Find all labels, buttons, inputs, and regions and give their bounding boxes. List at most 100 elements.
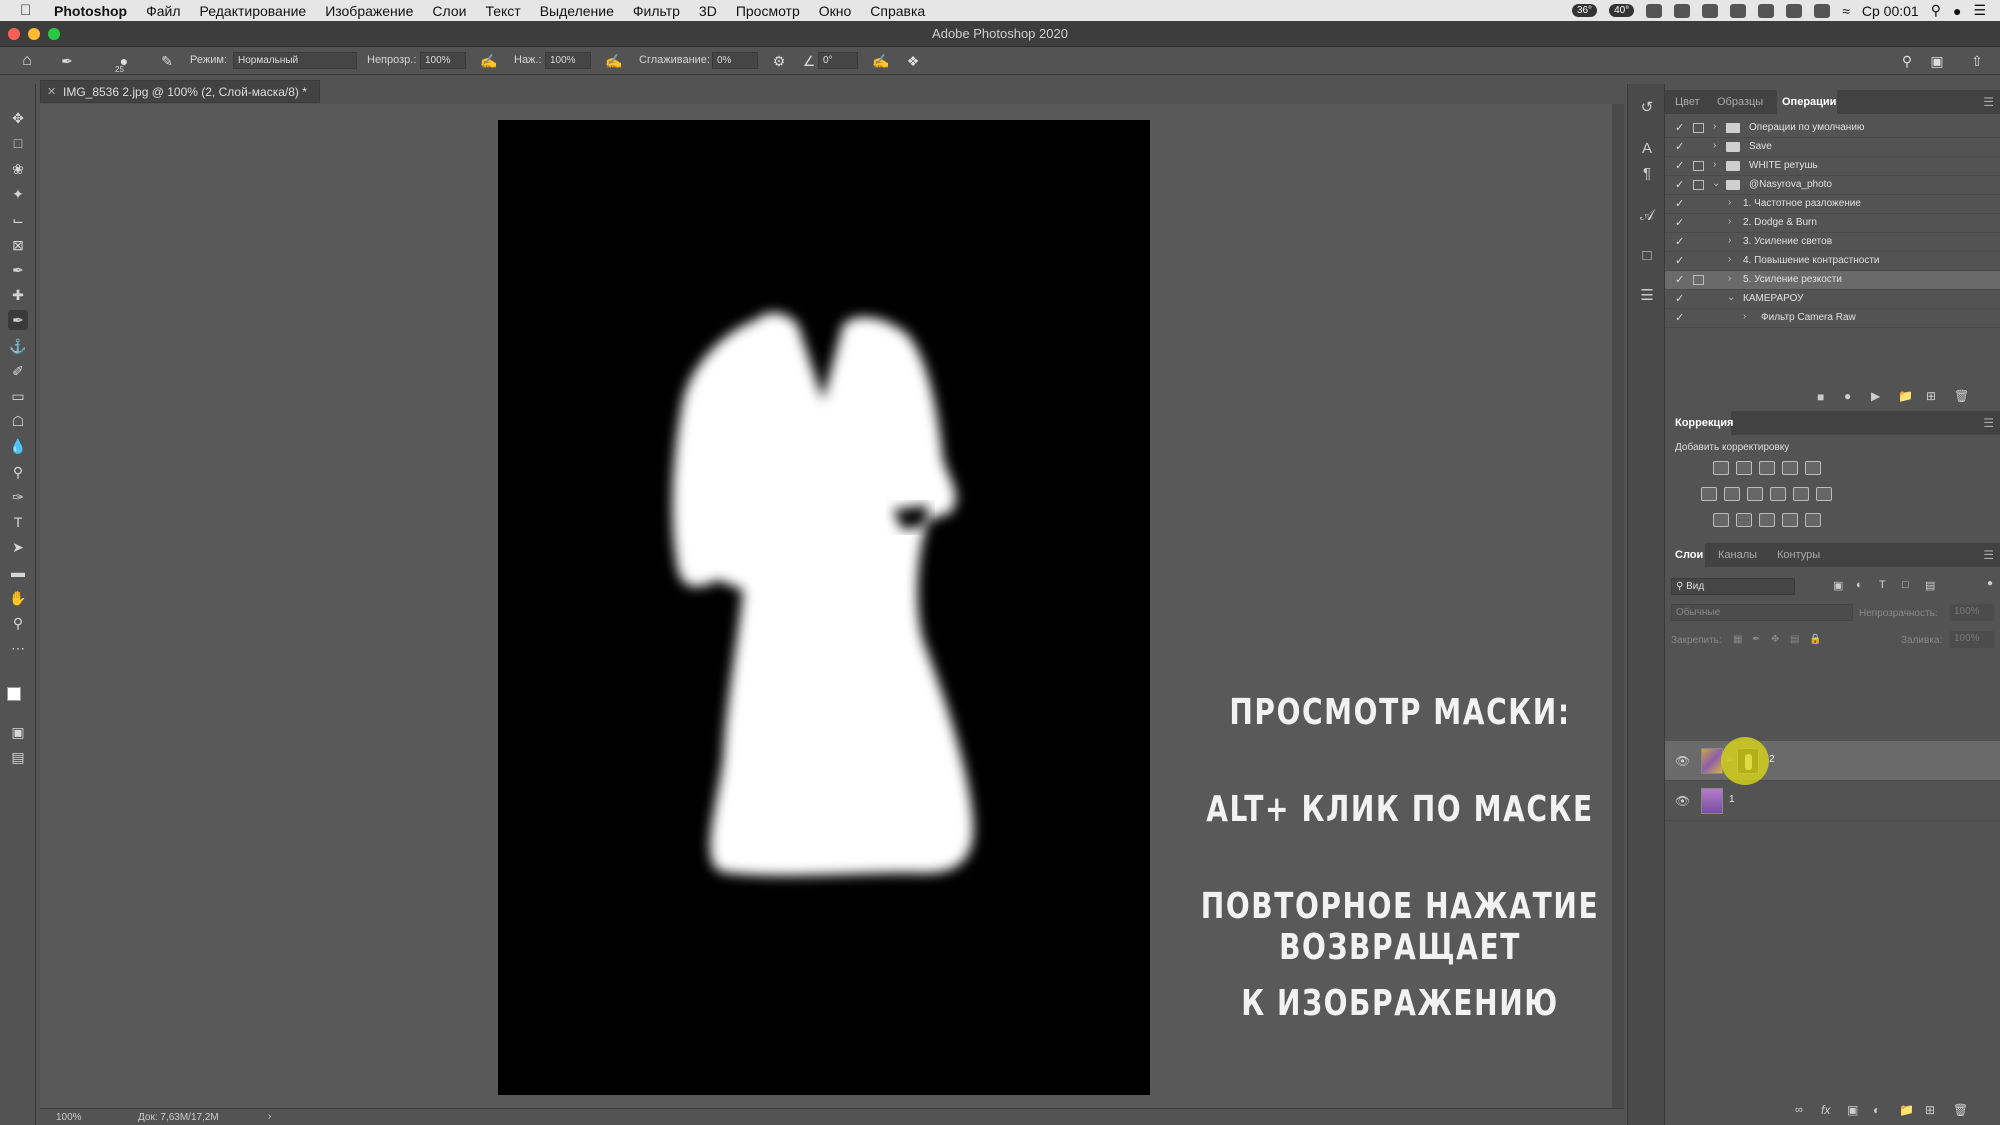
record-icon[interactable]: ● bbox=[1844, 389, 1851, 403]
curves-icon[interactable] bbox=[1759, 461, 1775, 475]
new-set-icon[interactable]: 📁 bbox=[1898, 389, 1913, 403]
gradient-map-icon[interactable] bbox=[1805, 513, 1821, 527]
action-set-row[interactable]: ✓ › Операции по умолчанию bbox=[1665, 119, 2000, 138]
stop-icon[interactable]: ■ bbox=[1817, 390, 1824, 404]
menu-view[interactable]: Просмотр bbox=[736, 3, 800, 19]
path-selection-tool-icon[interactable]: ➤ bbox=[8, 537, 28, 557]
visibility-eye-icon[interactable]: 👁 bbox=[1675, 754, 1690, 768]
menu-help[interactable]: Справка bbox=[870, 3, 925, 19]
hand-tool-icon[interactable]: ✋ bbox=[8, 588, 28, 608]
dialog-toggle-icon[interactable] bbox=[1693, 161, 1704, 171]
rectangle-tool-icon[interactable]: ▬ bbox=[8, 562, 28, 582]
action-set-row[interactable]: ✓ › Save bbox=[1665, 138, 2000, 157]
keyboard-layout-icon[interactable] bbox=[1814, 3, 1831, 18]
layer-name[interactable]: 2 bbox=[1769, 754, 1775, 765]
brush-tool-icon[interactable]: ✒ bbox=[58, 52, 76, 70]
collapse-arrow-icon[interactable]: ⌄ bbox=[1712, 178, 1720, 189]
menu-file[interactable]: Файл bbox=[146, 3, 180, 19]
action-row[interactable]: ✓ › 4. Повышение контрастности bbox=[1665, 252, 2000, 271]
checkmark-icon[interactable]: ✓ bbox=[1675, 311, 1684, 324]
search-icon[interactable]: ⚲ bbox=[1898, 52, 1916, 70]
checkmark-icon[interactable]: ✓ bbox=[1675, 235, 1684, 248]
action-row[interactable]: ✓ ⌄ КАМЕРАРОУ bbox=[1665, 290, 2000, 309]
menu-layers[interactable]: Слои bbox=[432, 3, 466, 19]
layer-opacity-input[interactable]: 100% bbox=[1950, 604, 1994, 621]
tab-layers[interactable]: Слои bbox=[1675, 549, 1703, 561]
link-layers-icon[interactable]: ∞ bbox=[1795, 1104, 1803, 1116]
filter-type-icon[interactable]: T bbox=[1879, 579, 1886, 591]
action-row-selected[interactable]: ✓ › 5. Усиление резкости bbox=[1665, 271, 2000, 290]
tab-adjustments[interactable]: Коррекция bbox=[1675, 417, 1733, 429]
black-white-icon[interactable] bbox=[1747, 487, 1763, 501]
zoom-level[interactable]: 100% bbox=[56, 1112, 82, 1123]
layer-filter-select[interactable]: ⚲ Вид bbox=[1671, 578, 1795, 595]
photo-filter-icon[interactable] bbox=[1770, 487, 1786, 501]
apple-icon[interactable]:  bbox=[20, 2, 36, 19]
color-balance-icon[interactable] bbox=[1724, 487, 1740, 501]
layer-row-1[interactable]: 👁 1 bbox=[1665, 781, 2000, 821]
paint-bucket-tool-icon[interactable]: ☖ bbox=[8, 411, 28, 431]
airbrush-icon[interactable]: ✍ bbox=[605, 52, 623, 70]
tray-icon[interactable] bbox=[1786, 3, 1803, 18]
history-brush-tool-icon[interactable]: ✐ bbox=[8, 361, 28, 381]
tab-color[interactable]: Цвет bbox=[1675, 96, 1700, 108]
eraser-tool-icon[interactable]: ▭ bbox=[8, 386, 28, 406]
panel-menu-icon[interactable]: ☰ bbox=[1983, 548, 1994, 562]
filter-pixel-icon[interactable]: ▣ bbox=[1833, 579, 1843, 592]
expand-arrow-icon[interactable]: › bbox=[1713, 140, 1716, 151]
action-set-row[interactable]: ✓ ⌄ @Nasyrova_photo bbox=[1665, 176, 2000, 195]
menubar-clock[interactable]: Ср 00:01 bbox=[1862, 3, 1919, 19]
stamp-tool-icon[interactable]: ⚓ bbox=[8, 336, 28, 356]
notification-center-icon[interactable]: ☰ bbox=[1973, 2, 1986, 19]
invert-icon[interactable] bbox=[1713, 513, 1729, 527]
close-tab-icon[interactable]: ✕ bbox=[47, 85, 56, 98]
glyphs-panel-icon[interactable]: 𝒜 bbox=[1637, 206, 1657, 226]
dialog-toggle-icon[interactable] bbox=[1693, 275, 1704, 285]
opacity-input[interactable]: 100% bbox=[420, 52, 466, 69]
menu-photoshop[interactable]: Photoshop bbox=[54, 3, 127, 19]
gear-icon[interactable]: ⚙ bbox=[770, 52, 788, 70]
crop-tool-icon[interactable]: ⌙ bbox=[8, 210, 28, 230]
checkmark-icon[interactable]: ✓ bbox=[1675, 254, 1684, 267]
filter-toggle-icon[interactable]: ● bbox=[1987, 578, 1993, 589]
home-icon[interactable]: ⌂ bbox=[18, 52, 36, 70]
siri-icon[interactable]: ● bbox=[1953, 3, 1961, 19]
add-mask-icon[interactable]: ▣ bbox=[1847, 1103, 1858, 1117]
expand-arrow-icon[interactable]: › bbox=[1713, 159, 1716, 170]
checkmark-icon[interactable]: ✓ bbox=[1675, 140, 1684, 153]
action-step-row[interactable]: ✓ › Фильтр Camera Raw bbox=[1665, 309, 2000, 328]
checkmark-icon[interactable]: ✓ bbox=[1675, 121, 1684, 134]
tray-icon[interactable] bbox=[1758, 3, 1775, 18]
layer-style-icon[interactable]: fx bbox=[1821, 1103, 1830, 1117]
spotlight-search-icon[interactable]: ⚲ bbox=[1931, 2, 1941, 19]
collapse-arrow-icon[interactable]: ⌄ bbox=[1727, 292, 1735, 303]
properties-panel-icon[interactable]: ☰ bbox=[1637, 286, 1657, 306]
lock-position-icon[interactable]: ✥ bbox=[1771, 634, 1779, 645]
selective-color-icon[interactable] bbox=[1782, 513, 1798, 527]
pressure-size-icon[interactable]: ✍ bbox=[872, 52, 890, 70]
checkmark-icon[interactable]: ✓ bbox=[1675, 273, 1684, 286]
healing-brush-tool-icon[interactable]: ✚ bbox=[8, 285, 28, 305]
new-layer-icon[interactable]: ⊞ bbox=[1925, 1103, 1935, 1117]
tab-paths[interactable]: Контуры bbox=[1777, 549, 1820, 561]
blur-tool-icon[interactable]: 💧 bbox=[8, 436, 28, 456]
delete-icon[interactable]: 🗑 bbox=[1954, 389, 1969, 403]
zoom-tool-icon[interactable]: ⚲ bbox=[8, 613, 28, 633]
eyedropper-tool-icon[interactable]: ✒ bbox=[8, 260, 28, 280]
layer-row-2[interactable]: 👁 ∞ 2 bbox=[1665, 737, 2000, 785]
mode-select[interactable]: Нормальный bbox=[233, 52, 357, 69]
lock-artboard-icon[interactable]: ▤ bbox=[1790, 634, 1799, 645]
panel-menu-icon[interactable]: ☰ bbox=[1983, 416, 1994, 430]
lock-all-icon[interactable]: 🔒 bbox=[1809, 634, 1821, 645]
hue-saturation-icon[interactable] bbox=[1701, 487, 1717, 501]
action-row[interactable]: ✓ › 3. Усиление светов bbox=[1665, 233, 2000, 252]
play-icon[interactable]: ▶ bbox=[1871, 389, 1880, 403]
blend-mode-select[interactable]: Обычные bbox=[1671, 604, 1853, 621]
lock-image-icon[interactable]: ✒ bbox=[1752, 634, 1760, 645]
tab-swatches[interactable]: Образцы bbox=[1717, 96, 1763, 108]
menu-window[interactable]: Окно bbox=[819, 3, 852, 19]
panel-menu-icon[interactable]: ☰ bbox=[1983, 95, 1994, 109]
layer-thumbnail[interactable] bbox=[1701, 748, 1723, 774]
menu-select[interactable]: Выделение bbox=[540, 3, 614, 19]
pressure-opacity-icon[interactable]: ✍ bbox=[480, 52, 498, 70]
